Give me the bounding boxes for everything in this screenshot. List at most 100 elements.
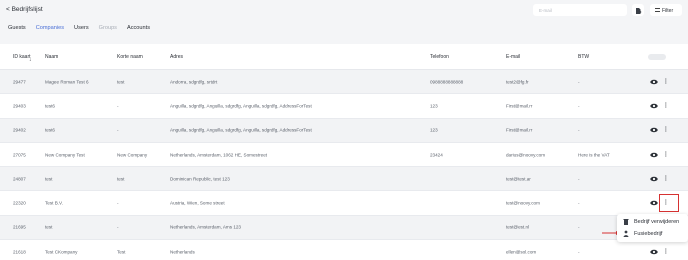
filter-button[interactable]: Filter <box>650 4 682 16</box>
row-actions-kebab-icon[interactable]: ··· <box>665 101 668 111</box>
email-search-input[interactable]: E-mail <box>533 4 627 16</box>
filter-label: Filter <box>662 7 674 14</box>
cell-tel: 23424 <box>430 152 443 158</box>
view-eye-icon[interactable] <box>650 200 658 206</box>
cell-adres: Netherlands, Amsterdam, Ams 123 <box>170 224 241 230</box>
person-merge-icon <box>623 230 629 237</box>
cell-naam: New Company Test <box>45 152 85 158</box>
cell-kort: - <box>117 224 119 230</box>
table-row[interactable]: 29402 test6 - Anguilla, sdgrdfg, Anguilla, … <box>0 118 688 143</box>
cell-id: 27075 <box>13 152 26 158</box>
cell-kort: - <box>117 200 119 206</box>
cell-kort: - <box>117 127 119 133</box>
tab-guests[interactable]: Guests <box>8 25 26 31</box>
col-header-telefoon[interactable]: Telefoon <box>430 54 449 60</box>
cell-id: 29402 <box>13 127 26 133</box>
cell-naam: test6 <box>45 103 55 109</box>
col-header-kort[interactable]: Korte naam <box>117 54 143 60</box>
view-eye-icon[interactable] <box>650 103 658 109</box>
view-eye-icon[interactable] <box>650 249 658 254</box>
table-body: 29477 Magee Roman Test 6 test Andorra, sdgr… <box>0 70 688 260</box>
row-actions-kebab-icon[interactable]: ··· <box>665 125 668 135</box>
view-eye-icon[interactable] <box>650 79 658 84</box>
cell-kort: New Company <box>117 152 148 158</box>
cell-id: 24807 <box>13 176 26 182</box>
menu-item-delete-company[interactable]: Bedrijf verwijderen <box>623 218 679 225</box>
filter-icon <box>655 8 660 12</box>
row-actions-kebab-icon[interactable]: ··· <box>665 247 668 257</box>
cell-tel: 123 <box>430 127 438 133</box>
cell-adres: Dominican Republic, test 123 <box>170 176 230 182</box>
cell-id: 21618 <box>13 249 26 255</box>
row-actions-kebab-icon[interactable]: ··· <box>665 77 668 87</box>
cell-mail: test@est.nl <box>506 224 530 230</box>
table-row[interactable]: 21695 test - Netherlands, Amsterdam, Ams 12… <box>0 215 688 241</box>
export-button[interactable] <box>632 4 644 16</box>
table-row[interactable]: 27075 New Company Test New Company Netherla… <box>0 142 688 168</box>
cell-naam: test6 <box>45 127 55 133</box>
view-eye-icon[interactable] <box>650 128 658 133</box>
col-header-id[interactable]: ID kaart ↓ <box>13 53 35 63</box>
table-row[interactable]: 29403 test6 - Anguilla, sdgrdfg, Anguilla, … <box>0 94 688 119</box>
back-link[interactable]: < Bedrijfslijst <box>6 6 43 13</box>
tab-groups[interactable]: Groups <box>99 25 117 31</box>
cell-naam: Test B.V. <box>45 200 63 206</box>
tab-users[interactable]: Users <box>74 25 89 31</box>
cell-btw: - <box>578 200 580 206</box>
col-header-btw[interactable]: BTW <box>578 54 589 60</box>
cell-tel: 0988888888888 <box>430 79 464 85</box>
row-actions-kebab-icon[interactable]: ··· <box>665 174 668 184</box>
col-header-naam[interactable]: Naam <box>45 54 58 60</box>
table-row[interactable]: 29477 Magee Roman Test 6 test Andorra, sdgr… <box>0 70 688 95</box>
menu-item-merge-company[interactable]: Fusiebedrijf <box>623 230 662 237</box>
cell-btw: Here is the VAT <box>578 152 610 158</box>
tab-companies[interactable]: Companies <box>36 25 64 31</box>
table-row[interactable]: 21618 Test CKompany Test Netherlands ellen@s… <box>0 240 688 260</box>
table-header: ID kaart ↓ Naam Korte naam Adres Telefoo… <box>0 44 688 70</box>
companies-table: ID kaart ↓ Naam Korte naam Adres Telefoo… <box>0 44 688 260</box>
cell-tel: 123 <box>430 103 438 109</box>
col-header-id-label: ID kaart <box>13 53 31 60</box>
table-row[interactable]: 22320 Test B.V. - Austria, Wien, Some stree… <box>0 191 688 216</box>
col-header-adres[interactable]: Adres <box>170 54 183 60</box>
cell-kort: test <box>117 176 125 182</box>
menu-item-label: Fusiebedrijf <box>634 230 663 237</box>
cell-mail: First@mail.rr <box>506 103 533 109</box>
cell-btw: - <box>578 176 580 182</box>
cell-id: 29403 <box>13 103 26 109</box>
row-context-menu: Bedrijf verwijderen Fusiebedrijf <box>617 214 688 242</box>
cell-mail: darius@noovy.com <box>506 152 546 158</box>
cell-mail: test@test.ar <box>506 176 531 182</box>
cell-btw: - <box>578 249 580 255</box>
cell-btw: - <box>578 79 580 85</box>
view-eye-icon[interactable] <box>650 152 658 157</box>
cell-naam: test <box>45 224 53 230</box>
cell-btw: - <box>578 127 580 133</box>
cell-mail: test2@fg.fr <box>506 79 529 85</box>
cell-btw: - <box>578 224 580 230</box>
cell-naam: Test CKompany <box>45 249 78 255</box>
cell-adres: Anguilla, sdgrdfg, Anguilla, sdgrdfg, An… <box>170 127 312 133</box>
cell-btw: - <box>578 103 580 109</box>
export-icon <box>636 8 642 14</box>
header-actions-placeholder <box>648 53 666 60</box>
cell-id: 22320 <box>13 200 26 206</box>
cell-kort: - <box>117 103 119 109</box>
cell-mail: First@mail.rr <box>506 127 533 133</box>
view-eye-icon[interactable] <box>650 176 658 182</box>
cell-naam: test <box>45 176 53 182</box>
cell-mail: test@noovy.com <box>506 200 540 206</box>
cell-adres: Austria, Wien, Some street <box>170 200 225 206</box>
col-header-email[interactable]: E-mail <box>506 54 520 60</box>
cell-kort: test <box>117 79 125 85</box>
highlight-box <box>659 194 679 212</box>
trash-icon <box>623 219 629 225</box>
table-row[interactable]: 24807 test test Dominican Republic, test 12… <box>0 167 688 192</box>
row-actions-kebab-icon[interactable]: ··· <box>665 150 668 160</box>
menu-item-label: Bedrijf verwijderen <box>634 218 680 225</box>
cell-mail: ellen@sol.com <box>506 249 537 255</box>
tab-accounts[interactable]: Accounts <box>127 25 150 31</box>
cell-id: 29477 <box>13 79 26 85</box>
cell-adres: Anguilla, sdgrdfg, Anguilla, sdgrdfg, An… <box>170 103 312 109</box>
cell-kort: Test <box>117 249 126 255</box>
